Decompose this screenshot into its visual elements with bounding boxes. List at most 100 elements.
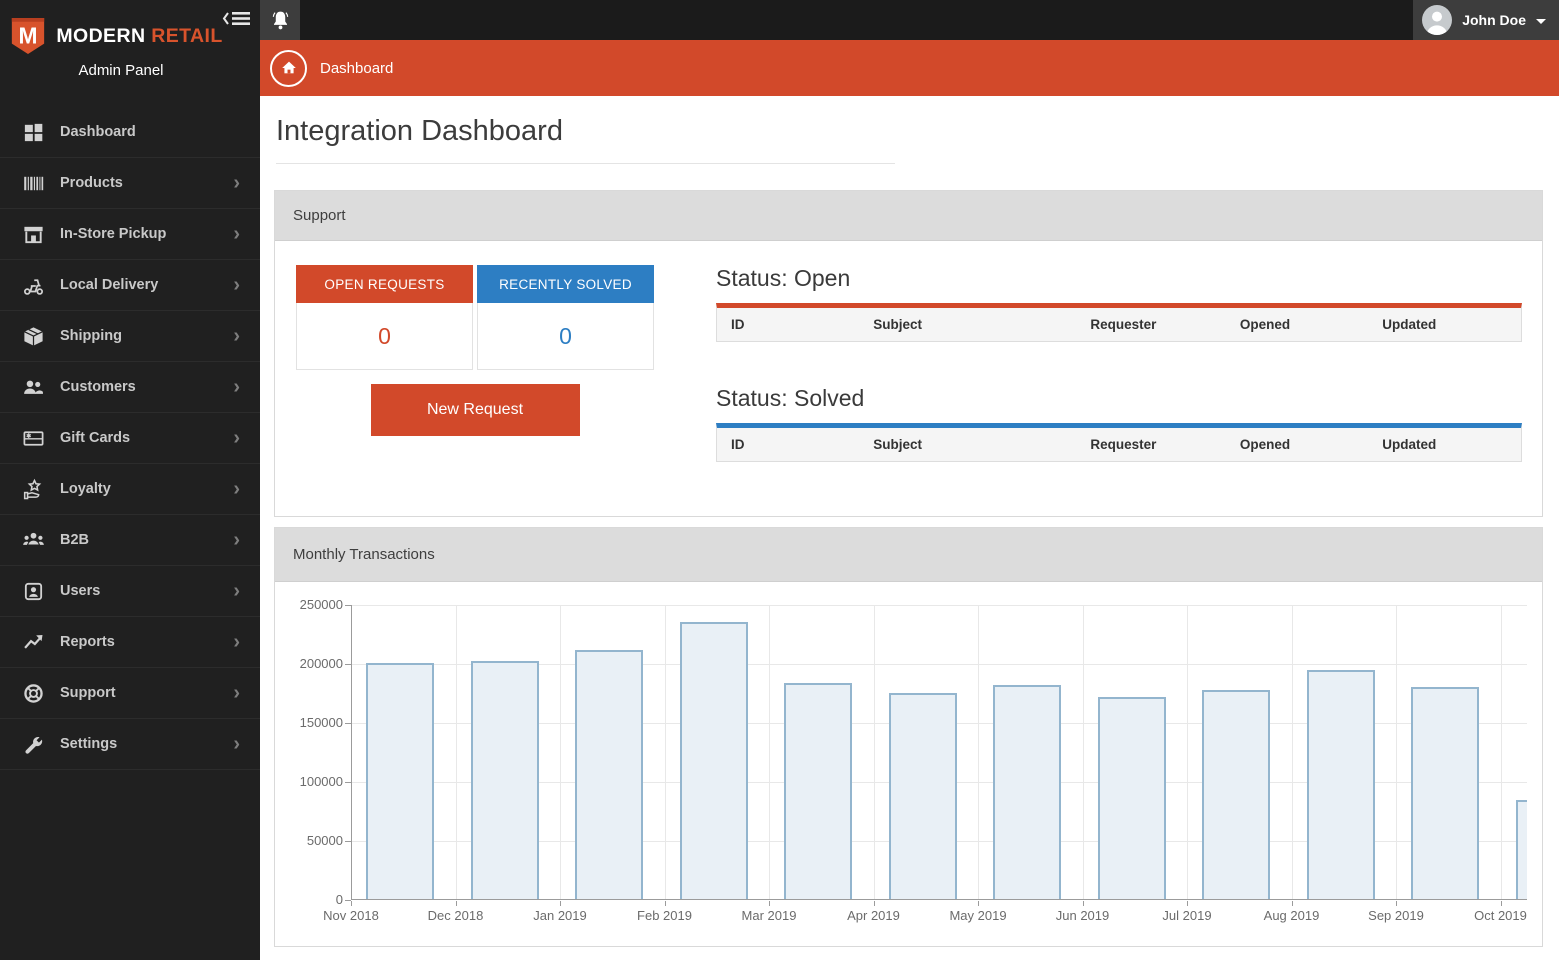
transactions-panel-title: Monthly Transactions (293, 546, 435, 563)
transactions-panel: Monthly Transactions 0 50000 100000 150000 2… (274, 527, 1543, 947)
sidebar-item-support[interactable]: Support › (0, 668, 260, 719)
sidebar-item-settings[interactable]: Settings › (0, 719, 260, 770)
support-panel-header: Support (275, 191, 1542, 241)
y-axis-tick-label: 150000 (299, 715, 343, 730)
transactions-panel-header: Monthly Transactions (275, 528, 1542, 582)
sidebar-item-reports[interactable]: Reports › (0, 617, 260, 668)
x-axis-tick-label: Jan 2019 (533, 908, 587, 923)
column-header-updated: Updated (1368, 308, 1521, 341)
sidebar-item-b2b[interactable]: B2B › (0, 515, 260, 566)
chart-bar (1306, 670, 1375, 899)
sidebar-item-customers[interactable]: Customers › (0, 362, 260, 413)
package-icon (20, 325, 47, 348)
x-axis-tick-label: Sep 2019 (1368, 908, 1424, 923)
y-axis-tick (345, 723, 351, 724)
sidebar-item-products[interactable]: Products › (0, 158, 260, 209)
y-axis-tick (345, 664, 351, 665)
sidebar-item-label: Customers (60, 379, 136, 395)
breadcrumb-current[interactable]: Dashboard (320, 60, 393, 77)
x-axis-tick-label: Aug 2019 (1263, 908, 1320, 923)
x-axis-tick (455, 901, 457, 906)
sidebar-item-in-store-pickup[interactable]: In-Store Pickup › (0, 209, 260, 260)
user-badge-icon (20, 580, 47, 603)
chevron-right-icon: › (233, 172, 240, 194)
chart-bar (993, 685, 1061, 899)
sidebar-item-label: Support (60, 685, 116, 701)
x-axis-tick (351, 901, 352, 906)
column-header-id: ID (717, 428, 860, 461)
topbar: John Doe (260, 0, 1559, 40)
chart-bar (784, 683, 852, 899)
sidebar-menu: Dashboard Products › In-Store Pickup › L… (0, 107, 260, 770)
chart-plot-area (351, 605, 1527, 900)
open-requests-count: 0 (296, 303, 473, 370)
sidebar-item-shipping[interactable]: Shipping › (0, 311, 260, 362)
column-header-subject: Subject (859, 428, 1077, 461)
sidebar-item-label: Settings (60, 736, 118, 752)
chart-bar (1515, 799, 1527, 899)
sidebar-item-dashboard[interactable]: Dashboard (0, 107, 260, 158)
wrench-icon (20, 733, 47, 756)
chart-bar (575, 650, 643, 899)
recently-solved-stat: RECENTLY SOLVED 0 (477, 265, 654, 370)
sidebar-item-local-delivery[interactable]: Local Delivery › (0, 260, 260, 311)
x-axis-tick-label: Feb 2019 (637, 908, 692, 923)
brand-name-primary: MODERN (56, 24, 146, 47)
chevron-right-icon: › (233, 733, 240, 755)
sidebar-collapse-toggle[interactable] (222, 10, 252, 27)
sidebar-item-label: Reports (60, 634, 115, 650)
y-axis-tick (345, 782, 351, 783)
support-panel: Support OPEN REQUESTS 0 RECENTLY SOLVED … (274, 190, 1543, 517)
brand-logo: M MODERN RETAIL (0, 16, 260, 56)
status-solved-title: Status: Solved (716, 385, 865, 411)
table-header-row: ID Subject Requester Opened Updated (717, 428, 1521, 461)
column-header-requester: Requester (1076, 308, 1226, 341)
new-request-button[interactable]: New Request (370, 384, 580, 436)
chevron-right-icon: › (233, 274, 240, 296)
x-axis-tick (1396, 901, 1397, 906)
collapse-menu-icon (222, 12, 250, 25)
sidebar-item-label: Loyalty (60, 481, 111, 497)
x-axis-tick (873, 901, 875, 906)
store-icon (20, 223, 47, 246)
column-header-requester: Requester (1076, 428, 1226, 461)
page-title: Integration Dashboard (276, 115, 563, 147)
recently-solved-tab[interactable]: RECENTLY SOLVED (477, 265, 654, 303)
caret-down-icon (1536, 18, 1546, 24)
avatar (1422, 5, 1453, 35)
status-open-table: ID Subject Requester Opened Updated (716, 303, 1522, 342)
notifications-button[interactable] (260, 0, 300, 40)
x-axis-tick (769, 901, 770, 906)
column-header-opened: Opened (1225, 428, 1369, 461)
user-menu[interactable]: John Doe (1413, 0, 1559, 40)
x-axis-tick (1187, 901, 1188, 906)
monthly-transactions-chart: 0 50000 100000 150000 200000 250000 Nov 2018 De… (275, 582, 1542, 946)
x-axis-tick-label: Oct 2019 (1474, 908, 1527, 923)
brand-name: MODERN RETAIL (56, 25, 222, 48)
x-axis-tick (1291, 901, 1293, 906)
status-open-block: Status: Open ID Subject Requester Opened… (716, 265, 1522, 342)
chart-bar (1202, 690, 1270, 899)
chart-bar (1097, 697, 1166, 899)
x-axis-tick-label: Jun 2019 (1055, 908, 1110, 923)
group-icon (20, 529, 47, 552)
brand-subtitle: Admin Panel (78, 62, 164, 79)
user-name: John Doe (1462, 12, 1526, 28)
sidebar-item-loyalty[interactable]: Loyalty › (0, 464, 260, 515)
sidebar-item-label: Gift Cards (60, 430, 131, 446)
sidebar-item-gift-cards[interactable]: Gift Cards › (0, 413, 260, 464)
sidebar-item-label: Local Delivery (60, 277, 159, 293)
chart-bars-layer (351, 605, 1527, 899)
life-ring-icon (20, 682, 47, 705)
sidebar-item-users[interactable]: Users › (0, 566, 260, 617)
status-solved-block: Status: Solved ID Subject Requester Open… (716, 385, 1522, 462)
home-icon (281, 61, 296, 74)
table-header-row: ID Subject Requester Opened Updated (717, 308, 1521, 341)
home-button[interactable] (270, 49, 307, 87)
y-axis-tick (345, 841, 351, 842)
sidebar-item-label: B2B (60, 532, 90, 548)
open-requests-tab[interactable]: OPEN REQUESTS (296, 265, 473, 303)
y-axis-tick-label: 250000 (299, 597, 343, 612)
sidebar-item-label: In-Store Pickup (60, 226, 167, 242)
sidebar: M MODERN RETAIL Admin Panel Dashboard Pr… (0, 0, 260, 960)
